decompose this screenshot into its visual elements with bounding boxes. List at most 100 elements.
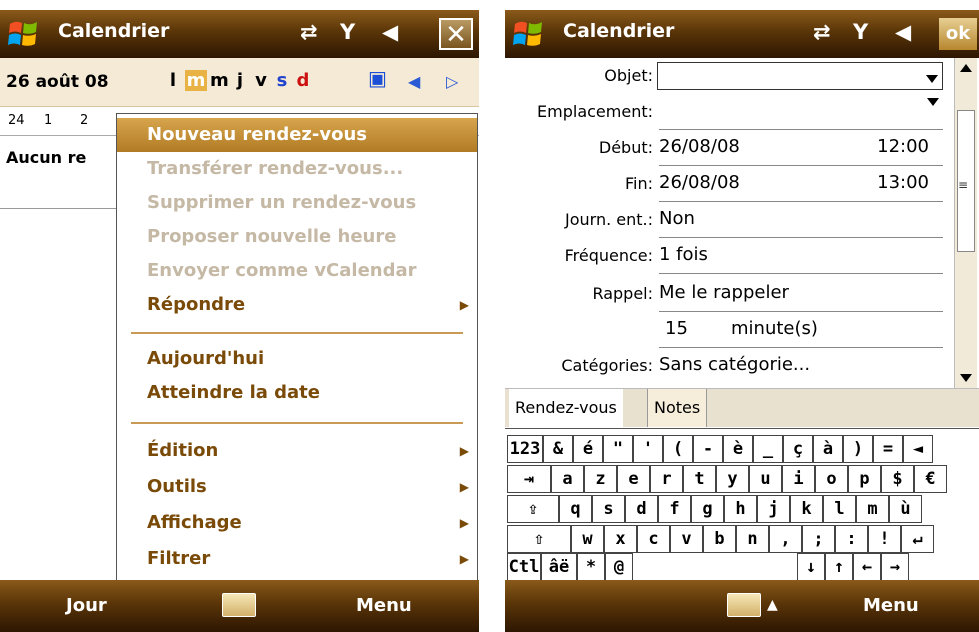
key[interactable]: ù [889,495,922,523]
key[interactable]: ↓ [797,553,825,581]
day-j[interactable]: j [231,70,249,91]
tab-notes[interactable]: Notes [647,389,708,427]
today-icon[interactable]: ▣ [368,66,387,90]
key[interactable]: n [736,525,769,553]
key[interactable]: âë [541,553,577,581]
key[interactable]: o [815,465,848,493]
ok-button[interactable]: ok [939,18,977,50]
key[interactable]: r [650,465,683,493]
key[interactable]: = [873,435,903,463]
key[interactable]: z [584,465,617,493]
key[interactable]: ⇥ [507,465,551,493]
key[interactable]: b [703,525,736,553]
key[interactable]: à [813,435,843,463]
day-s[interactable]: s [273,70,291,91]
key[interactable]: g [691,495,724,523]
menu-item-delete[interactable]: Supprimer un rendez-vous [117,186,477,220]
key[interactable]: ⇧ [507,525,571,553]
key[interactable]: € [914,465,947,493]
key[interactable]: e [617,465,650,493]
frequence-value[interactable]: 1 fois [659,244,943,265]
key[interactable]: @ [605,553,633,581]
key[interactable]: u [749,465,782,493]
menu-item-new-appointment[interactable]: Nouveau rendez-vous [117,118,477,152]
keyboard-icon[interactable] [727,593,761,617]
debut-time[interactable]: 12:00 [877,136,929,157]
day-v[interactable]: v [252,70,270,91]
scroll-up-icon[interactable] [960,64,972,72]
windows-start-icon[interactable] [6,16,42,52]
key[interactable]: ⇪ [507,495,559,523]
menu-item-tools[interactable]: Outils ▶ [117,470,477,504]
key[interactable]: w [571,525,604,553]
softkey-day[interactable]: Jour [66,595,107,616]
prev-week-icon[interactable]: ◀ [408,72,420,91]
key[interactable]: 123 [507,435,543,463]
space-key[interactable] [633,553,797,581]
key[interactable]: l [823,495,856,523]
menu-item-view[interactable]: Affichage ▶ [117,506,477,540]
key[interactable]: Ctl [507,553,541,581]
key[interactable]: è [723,435,753,463]
keyboard-menu-arrow-icon[interactable]: ▲ [767,597,778,613]
key[interactable]: * [577,553,605,581]
key[interactable]: ↑ [825,553,853,581]
menu-item-transfer[interactable]: Transférer rendez-vous... [117,152,477,186]
fin-time[interactable]: 13:00 [877,172,929,193]
key[interactable]: s [592,495,625,523]
key[interactable]: i [782,465,815,493]
categories-value[interactable]: Sans catégorie... [659,354,943,375]
key[interactable]: c [637,525,670,553]
key[interactable]: f [658,495,691,523]
day-m[interactable]: m [210,70,229,91]
key[interactable]: a [551,465,584,493]
key[interactable]: m [856,495,889,523]
day-m-selected[interactable]: m [185,70,207,91]
next-week-icon[interactable]: ▷ [446,72,458,91]
scrollbar[interactable]: ≡ [954,58,977,388]
key[interactable]: ◄ [903,435,933,463]
key[interactable]: v [670,525,703,553]
key[interactable]: , [769,525,802,553]
volume-icon[interactable]: ◀ [382,20,398,44]
key[interactable]: j [757,495,790,523]
day-d[interactable]: d [294,70,312,91]
volume-icon[interactable]: ◀ [895,20,911,44]
key[interactable]: → [881,553,909,581]
close-button[interactable]: ✕ [439,18,473,50]
key[interactable]: k [790,495,823,523]
windows-start-icon[interactable] [511,16,547,52]
key[interactable]: - [693,435,723,463]
softkey-menu[interactable]: Menu [356,595,412,616]
key[interactable]: : [835,525,868,553]
key[interactable]: ! [868,525,901,553]
sync-icon[interactable]: ⇄ [300,20,318,44]
menu-item-go-to-date[interactable]: Atteindre la date [117,376,477,410]
dropdown-arrow-icon[interactable] [927,98,939,106]
sync-icon[interactable]: ⇄ [813,20,831,44]
key[interactable]: ) [843,435,873,463]
menu-item-reply[interactable]: Répondre ▶ [117,288,477,322]
key[interactable]: ( [663,435,693,463]
scroll-down-icon[interactable] [960,374,972,382]
menu-item-propose-time[interactable]: Proposer nouvelle heure [117,220,477,254]
key[interactable]: t [683,465,716,493]
key[interactable]: y [716,465,749,493]
day-l[interactable]: l [164,70,182,91]
key[interactable]: d [625,495,658,523]
keyboard-icon[interactable] [222,593,256,617]
journee-value[interactable]: Non [659,208,943,229]
key[interactable]: ç [783,435,813,463]
key[interactable]: p [848,465,881,493]
key[interactable]: _ [753,435,783,463]
key[interactable]: ; [802,525,835,553]
signal-icon[interactable]: Y [340,20,355,44]
softkey-menu[interactable]: Menu [863,595,919,616]
key[interactable]: q [559,495,592,523]
dropdown-arrow-icon[interactable] [926,75,938,83]
key[interactable]: & [543,435,573,463]
menu-item-send-vcalendar[interactable]: Envoyer comme vCalendar [117,254,477,288]
key[interactable]: ' [633,435,663,463]
menu-item-today[interactable]: Aujourd'hui [117,342,477,376]
key[interactable]: h [724,495,757,523]
